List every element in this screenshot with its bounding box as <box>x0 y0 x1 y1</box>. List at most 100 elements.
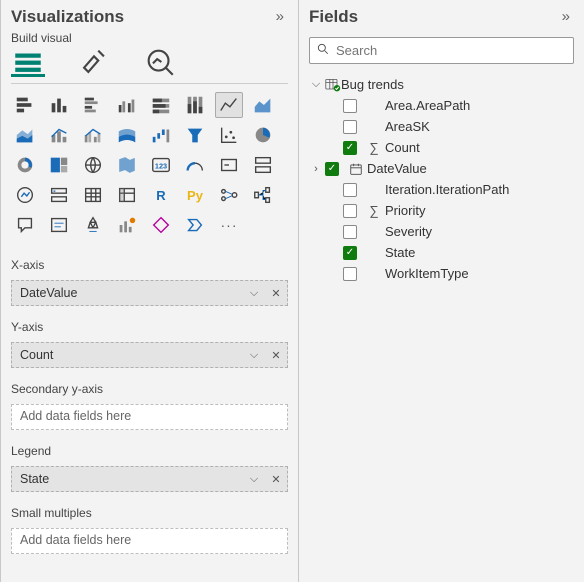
viz-pie[interactable] <box>249 122 277 148</box>
field-row[interactable]: › DateValue <box>305 158 578 179</box>
viz-scatter[interactable] <box>215 122 243 148</box>
viz-donut[interactable] <box>11 152 39 178</box>
checkbox[interactable] <box>343 267 357 281</box>
viz-kpi[interactable] <box>11 182 39 208</box>
search-input[interactable] <box>336 43 567 58</box>
secondary-y-label: Secondary y-axis <box>11 382 288 396</box>
viz-area-chart[interactable] <box>249 92 277 118</box>
sigma-icon: ∑ <box>365 140 383 155</box>
viz-100-stacked-column[interactable] <box>181 92 209 118</box>
search-box[interactable] <box>309 37 574 64</box>
viz-funnel[interactable] <box>181 122 209 148</box>
y-axis-value: Count <box>12 343 243 367</box>
viz-slicer[interactable] <box>45 182 73 208</box>
viz-smart-narrative[interactable] <box>45 212 73 238</box>
checkbox[interactable] <box>343 183 357 197</box>
field-row[interactable]: AreaSK <box>305 116 578 137</box>
y-axis-label: Y-axis <box>11 320 288 334</box>
viz-gauge[interactable] <box>181 152 209 178</box>
field-row[interactable]: Area.AreaPath <box>305 95 578 116</box>
field-row[interactable]: Iteration.IterationPath <box>305 179 578 200</box>
chevron-down-icon[interactable]: ⌵ <box>243 343 265 367</box>
legend-label: Legend <box>11 444 288 458</box>
viz-waterfall[interactable] <box>147 122 175 148</box>
checkbox[interactable] <box>343 204 357 218</box>
checkbox[interactable] <box>325 162 339 176</box>
search-icon <box>316 42 330 59</box>
viz-line-chart[interactable] <box>215 92 243 118</box>
checkbox[interactable] <box>343 141 357 155</box>
chevron-down-icon[interactable]: ⌵ <box>243 467 265 491</box>
legend-well[interactable]: State ⌵ ✕ <box>11 466 288 492</box>
checkbox[interactable] <box>343 120 357 134</box>
visualizations-pane: Visualizations » Build visual <box>0 0 298 582</box>
build-tab-fields[interactable] <box>11 49 45 77</box>
viz-clustered-bar[interactable] <box>79 92 107 118</box>
viz-more[interactable]: ··· <box>215 212 243 238</box>
field-wells: X-axis DateValue ⌵ ✕ Y-axis Count ⌵ ✕ Se… <box>1 248 298 564</box>
viz-treemap[interactable] <box>45 152 73 178</box>
remove-icon[interactable]: ✕ <box>265 467 287 491</box>
chevron-down-icon[interactable]: ⌵ <box>307 78 325 91</box>
viz-matrix[interactable] <box>113 182 141 208</box>
field-name: Count <box>385 140 420 155</box>
viz-decomposition-tree[interactable] <box>249 182 277 208</box>
viz-power-apps[interactable] <box>147 212 175 238</box>
viz-line-stacked-column[interactable] <box>45 122 73 148</box>
remove-icon[interactable]: ✕ <box>265 281 287 305</box>
field-name: Iteration.IterationPath <box>385 182 509 197</box>
viz-r-script[interactable]: R <box>147 182 175 208</box>
field-row[interactable]: WorkItemType <box>305 263 578 284</box>
small-multiples-label: Small multiples <box>11 506 288 520</box>
small-multiples-placeholder: Add data fields here <box>12 529 139 553</box>
viz-ribbon[interactable] <box>113 122 141 148</box>
viz-python[interactable]: Py <box>181 182 209 208</box>
viz-map[interactable] <box>79 152 107 178</box>
field-row[interactable]: ∑ Count <box>305 137 578 158</box>
viz-stacked-column[interactable] <box>45 92 73 118</box>
build-tab-format[interactable] <box>77 49 111 77</box>
field-row[interactable]: State <box>305 242 578 263</box>
chevron-right-icon[interactable]: › <box>307 163 325 175</box>
build-tab-analytics[interactable] <box>143 49 177 77</box>
field-name: Severity <box>385 224 432 239</box>
viz-stacked-area[interactable] <box>11 122 39 148</box>
x-axis-well[interactable]: DateValue ⌵ ✕ <box>11 280 288 306</box>
checkbox[interactable] <box>343 225 357 239</box>
small-multiples-well[interactable]: Add data fields here <box>11 528 288 554</box>
viz-card[interactable] <box>215 152 243 178</box>
secondary-y-well[interactable]: Add data fields here <box>11 404 288 430</box>
y-axis-well[interactable]: Count ⌵ ✕ <box>11 342 288 368</box>
calendar-icon <box>347 162 365 176</box>
table-row-bug-trends[interactable]: ⌵ Bug trends <box>305 74 578 95</box>
fields-title: Fields <box>309 7 358 27</box>
viz-100-stacked-bar[interactable] <box>147 92 175 118</box>
field-row[interactable]: ∑ Priority <box>305 200 578 221</box>
viz-scorecard[interactable] <box>113 212 141 238</box>
viz-multi-row-card[interactable] <box>249 152 277 178</box>
checkbox[interactable] <box>343 99 357 113</box>
field-row[interactable]: Severity <box>305 221 578 242</box>
remove-icon[interactable]: ✕ <box>265 343 287 367</box>
visualization-gallery: 123 R Py ··· <box>1 92 298 248</box>
build-tabs <box>1 49 298 83</box>
viz-stacked-bar[interactable] <box>11 92 39 118</box>
viz-filled-map[interactable] <box>113 152 141 178</box>
viz-azure-map[interactable]: 123 <box>147 152 175 178</box>
viz-power-automate[interactable] <box>181 212 209 238</box>
collapse-icon[interactable]: » <box>558 6 574 27</box>
chevron-down-icon[interactable]: ⌵ <box>243 281 265 305</box>
viz-qna[interactable] <box>11 212 39 238</box>
viz-paginated-report[interactable] <box>79 212 107 238</box>
checkbox[interactable] <box>343 246 357 260</box>
viz-table[interactable] <box>79 182 107 208</box>
field-name: Area.AreaPath <box>385 98 470 113</box>
collapse-icon[interactable]: » <box>272 6 288 27</box>
viz-clustered-column[interactable] <box>113 92 141 118</box>
svg-text:123: 123 <box>155 162 167 171</box>
divider <box>11 83 288 84</box>
field-name: Priority <box>385 203 425 218</box>
fields-header: Fields » <box>299 0 584 31</box>
viz-key-influencers[interactable] <box>215 182 243 208</box>
viz-line-clustered-column[interactable] <box>79 122 107 148</box>
